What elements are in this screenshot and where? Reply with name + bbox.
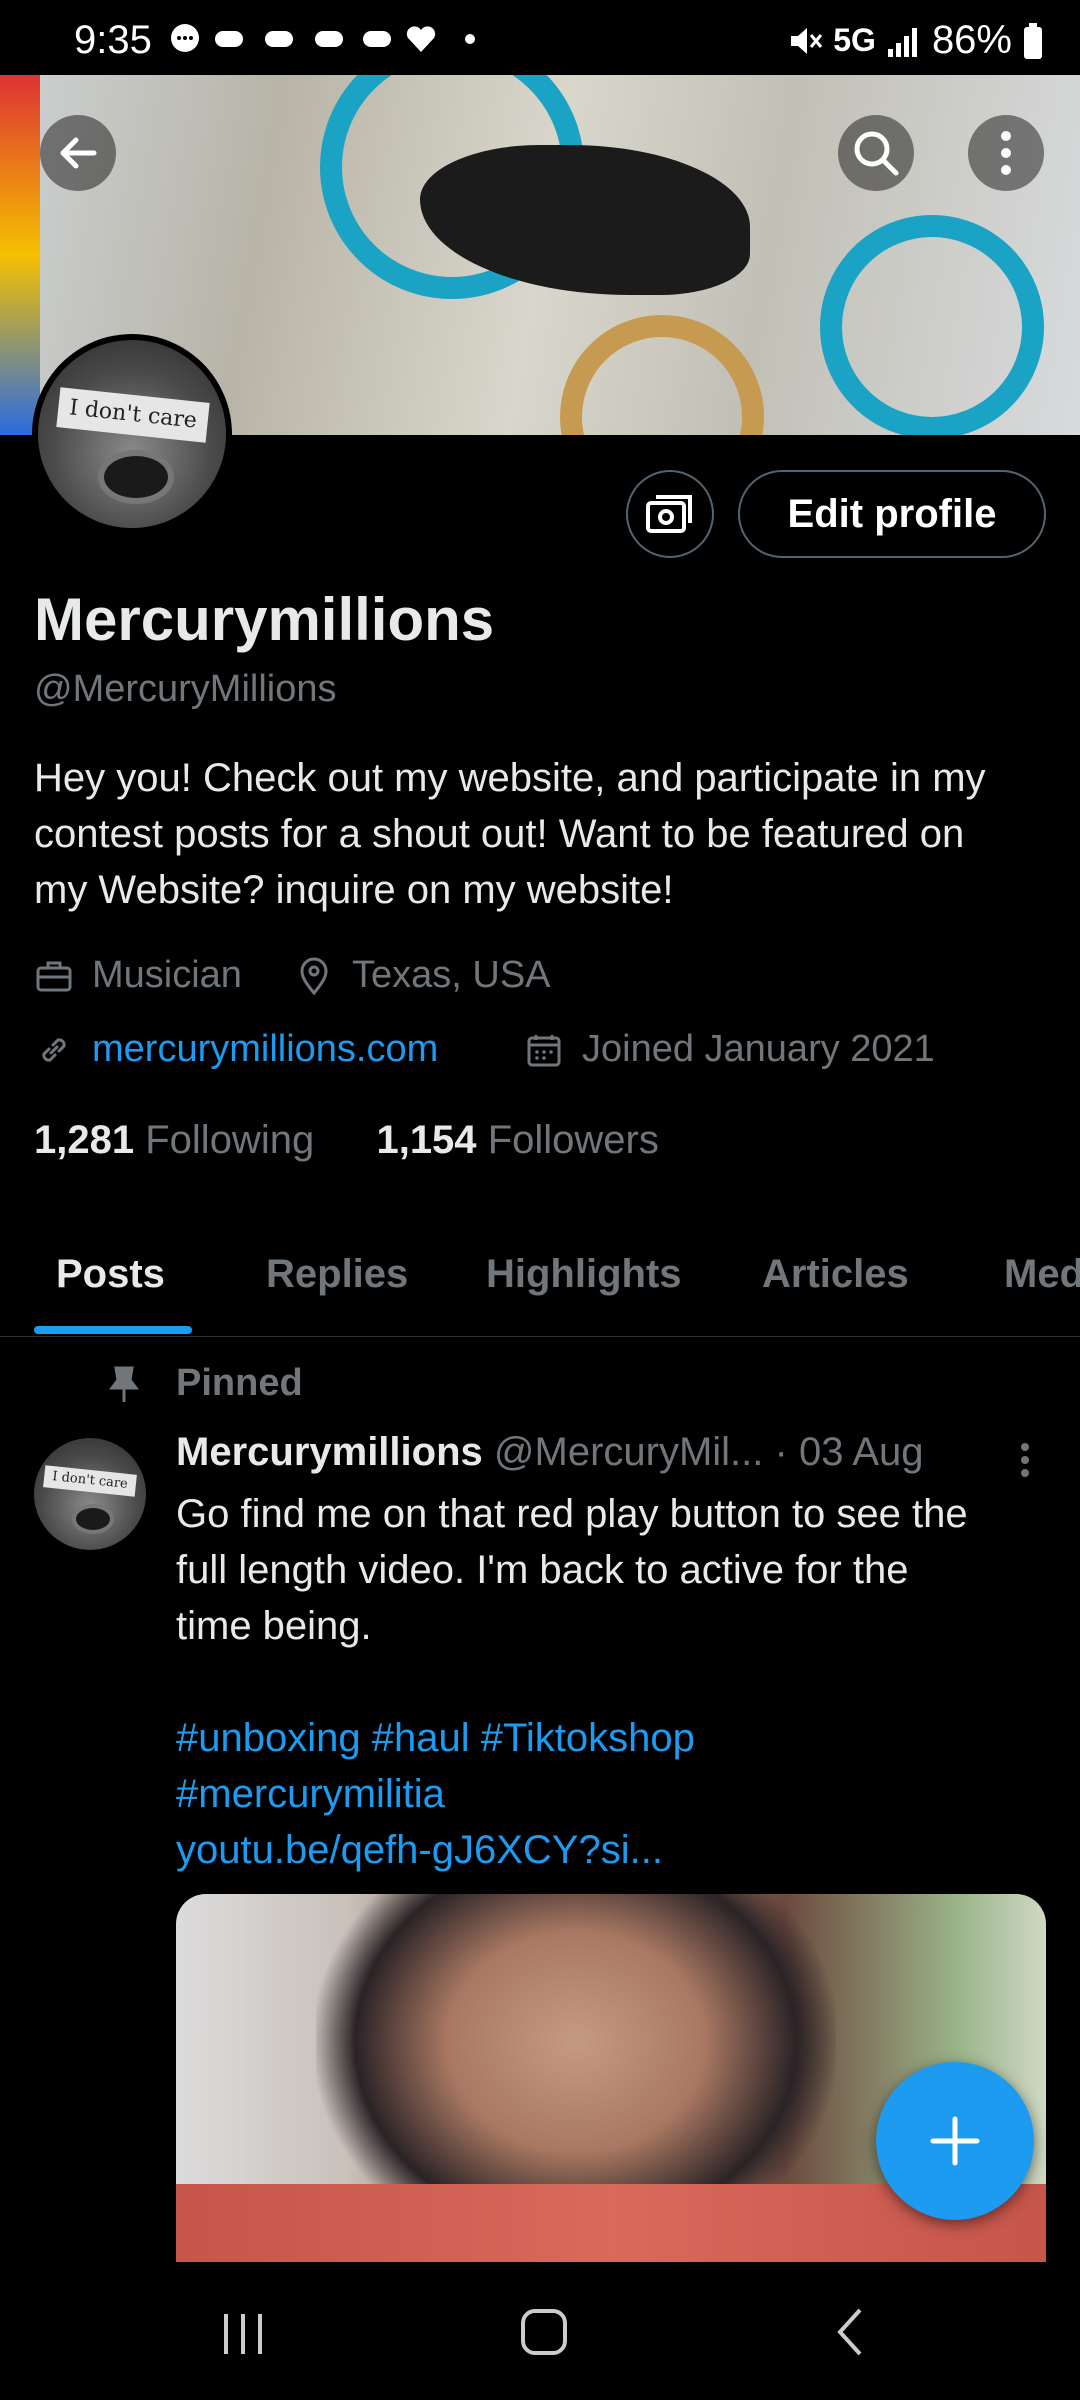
website-link[interactable]: mercurymillions.com xyxy=(92,1028,438,1071)
active-tab-indicator xyxy=(34,1326,192,1334)
profile-location: Texas, USA xyxy=(294,954,551,997)
mute-icon xyxy=(791,27,823,54)
gallery-icon xyxy=(646,495,692,533)
recent-apps-icon[interactable] xyxy=(218,2310,268,2358)
pinned-label: Pinned xyxy=(176,1362,303,1404)
profile-category: Musician xyxy=(34,954,242,997)
post-handle[interactable]: @MercuryMil... xyxy=(494,1430,764,1474)
post-text-line: full length video. I'm back to active fo… xyxy=(176,1548,909,1592)
plus-icon xyxy=(930,2116,980,2166)
search-button[interactable] xyxy=(838,115,914,191)
back-nav-icon[interactable] xyxy=(830,2306,870,2358)
game-icon xyxy=(363,31,391,47)
calendar-icon xyxy=(527,1034,561,1066)
messages-icon xyxy=(171,24,199,52)
media-button[interactable] xyxy=(626,470,714,558)
briefcase-icon xyxy=(36,961,72,991)
post-link[interactable]: youtu.be/qefh-gJ6XCY?si... xyxy=(176,1822,1056,1878)
tab-highlights[interactable]: Highlights xyxy=(486,1252,682,1297)
home-icon[interactable] xyxy=(518,2306,570,2358)
post-text-line: time being. xyxy=(176,1604,372,1648)
profile-name: Mercurymillions xyxy=(34,586,495,653)
heart-icon xyxy=(406,26,436,52)
back-button[interactable] xyxy=(40,115,116,191)
game-icon xyxy=(265,31,293,47)
tab-replies[interactable]: Replies xyxy=(266,1252,408,1297)
joined-text: Joined January 2021 xyxy=(582,1028,935,1070)
signal-icon xyxy=(887,27,917,57)
banner-art xyxy=(560,315,764,435)
post-text: Go find me on that red play button to se… xyxy=(176,1486,1056,1878)
avatar-caption: I don't care xyxy=(43,1465,137,1497)
search-icon xyxy=(854,131,899,176)
system-nav-bar xyxy=(0,2262,1080,2400)
game-icon xyxy=(315,31,343,47)
followers-label: Followers xyxy=(487,1118,659,1162)
post-date[interactable]: · 03 Aug xyxy=(775,1430,924,1474)
tab-media[interactable]: Media xyxy=(1004,1252,1080,1297)
profile-joined: Joined January 2021 xyxy=(524,1028,935,1071)
following-count: 1,281 xyxy=(34,1118,135,1162)
link-icon xyxy=(42,1037,66,1062)
tab-articles[interactable]: Articles xyxy=(762,1252,909,1297)
post-header: Mercurymillions @MercuryMil... · 03 Aug xyxy=(176,1430,1036,1475)
following-label: Following xyxy=(145,1118,315,1162)
banner-art xyxy=(820,215,1044,435)
edit-profile-button[interactable]: Edit profile xyxy=(738,470,1046,558)
post-text-line: Go find me on that red play button to se… xyxy=(176,1492,968,1536)
status-time: 9:35 xyxy=(74,18,152,62)
avatar-caption: I don't care xyxy=(56,387,210,443)
post-avatar[interactable]: I don't care xyxy=(34,1438,146,1550)
game-icon xyxy=(215,31,243,47)
profile-website[interactable]: mercurymillions.com xyxy=(34,1028,438,1071)
banner-art xyxy=(0,75,40,435)
battery-icon xyxy=(1024,22,1042,59)
follow-stats: 1,281 Following 1,154 Followers xyxy=(34,1118,659,1163)
pin-icon xyxy=(109,1366,139,1402)
compose-button[interactable] xyxy=(876,2062,1034,2220)
post-author[interactable]: Mercurymillions xyxy=(176,1430,483,1474)
followers-count: 1,154 xyxy=(376,1118,477,1162)
more-vertical-icon xyxy=(1001,131,1011,175)
profile-bio: Hey you! Check out my website, and parti… xyxy=(34,756,986,912)
avatar-image xyxy=(98,450,174,504)
avatar-image xyxy=(72,1504,114,1534)
post-hashtags[interactable]: #unboxing #haul #Tiktokshop xyxy=(176,1710,1056,1766)
location-pin-icon xyxy=(300,957,328,995)
profile-handle: @MercuryMillions xyxy=(34,668,337,710)
arrow-left-icon xyxy=(60,137,97,169)
dot-icon xyxy=(465,34,475,44)
following-link[interactable]: 1,281 Following xyxy=(34,1118,314,1162)
post-more-icon[interactable] xyxy=(1010,1440,1040,1480)
tab-posts[interactable]: Posts xyxy=(56,1252,165,1297)
more-button[interactable] xyxy=(968,115,1044,191)
post-hashtags[interactable]: #mercurymilitia xyxy=(176,1766,1056,1822)
followers-link[interactable]: 1,154 Followers xyxy=(376,1118,658,1162)
status-right: 5G 86% xyxy=(783,18,1044,63)
location-text: Texas, USA xyxy=(352,954,551,996)
network-type: 5G xyxy=(833,22,876,58)
profile-avatar[interactable]: I don't care xyxy=(32,334,232,534)
battery-percent: 86% xyxy=(931,18,1012,62)
status-bar: 9:35 5G 86% xyxy=(0,0,1080,75)
category-text: Musician xyxy=(92,954,242,996)
profile-tabs: Posts Replies Highlights Articles Media xyxy=(0,1220,1080,1337)
